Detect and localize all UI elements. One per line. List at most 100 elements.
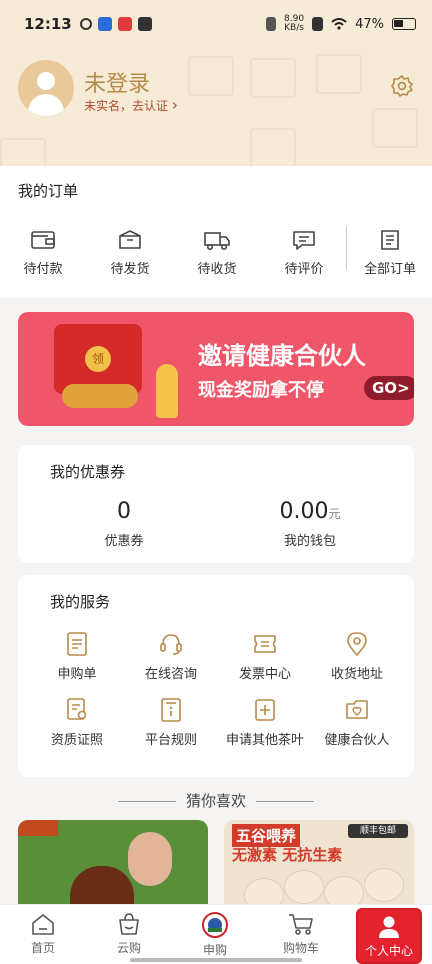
background-watermark xyxy=(316,54,362,94)
services-title: 我的服务 xyxy=(50,593,111,611)
partner-icon xyxy=(346,700,368,719)
product-badge: 顺丰包邮 xyxy=(348,824,408,838)
background-watermark xyxy=(250,58,296,98)
service-purchase-order[interactable]: 申购单 xyxy=(28,631,126,682)
cloud-bag-icon xyxy=(119,913,139,935)
order-pending-shipment[interactable]: 待发货 xyxy=(95,228,165,277)
document-icon xyxy=(67,632,87,656)
order-all[interactable]: 全部订单 xyxy=(355,228,425,277)
person-icon xyxy=(379,916,399,938)
invoice-icon xyxy=(254,635,276,653)
coupons-title: 我的优惠券 xyxy=(50,463,126,481)
app-notification-icon xyxy=(97,17,112,31)
wallet-amount: 0.00 xyxy=(279,499,329,524)
product-image xyxy=(284,870,324,904)
order-label: 待付款 xyxy=(23,262,63,277)
truck-icon xyxy=(204,232,230,250)
orders-title: 我的订单 xyxy=(18,182,79,200)
sync-icon xyxy=(79,18,92,30)
verify-link[interactable]: 未实名，去认证 › xyxy=(84,96,178,114)
order-pending-review[interactable]: 待评价 xyxy=(269,228,339,277)
go-button[interactable]: GO> xyxy=(364,376,414,400)
service-qualifications[interactable]: 资质证照 xyxy=(28,697,126,748)
product-subtitle: 无激素 无抗生素 xyxy=(232,846,343,864)
service-invoice-center[interactable]: 发票中心 xyxy=(216,631,314,682)
avatar[interactable] xyxy=(18,60,74,116)
message-icon xyxy=(137,17,152,31)
service-shipping-address[interactable]: 收货地址 xyxy=(308,631,406,682)
profile-header: 未登录 未实名，去认证 › xyxy=(0,48,432,166)
service-label: 平台规则 xyxy=(144,733,197,748)
wallet-stat[interactable]: 0.00元 我的钱包 xyxy=(250,499,370,549)
banner-title: 邀请健康合伙人 xyxy=(198,342,366,370)
background-watermark xyxy=(250,128,296,166)
tab-label: 个人中心 xyxy=(364,944,413,958)
add-icon xyxy=(255,699,275,721)
coupon-stat[interactable]: 0 优惠券 xyxy=(64,499,184,549)
order-label: 待评价 xyxy=(284,262,324,277)
comment-icon xyxy=(293,231,315,250)
tab-home[interactable]: 首页 xyxy=(8,911,78,956)
coupon-label: 优惠券 xyxy=(104,534,144,549)
status-right: 8.90 KB/s 47% xyxy=(266,15,416,33)
service-apply-other-tea[interactable]: 申请其他茶叶 xyxy=(216,697,314,748)
orders-divider xyxy=(346,226,347,270)
product-card[interactable] xyxy=(18,820,208,904)
service-platform-rules[interactable]: 平台规则 xyxy=(122,697,220,748)
background-watermark xyxy=(188,56,234,96)
coin-char: 领 xyxy=(91,352,104,366)
product-image xyxy=(364,868,404,902)
net-speed-unit: KB/s xyxy=(284,23,304,33)
coupons-card: 我的优惠券 0 优惠券 0.00元 我的钱包 xyxy=(18,445,414,563)
coupon-count: 0 xyxy=(117,499,131,524)
service-label: 申请其他茶叶 xyxy=(225,733,304,748)
divider-line xyxy=(256,801,314,802)
order-label: 待发货 xyxy=(110,262,150,277)
divider-line xyxy=(117,801,176,802)
tab-label: 购物车 xyxy=(282,941,319,955)
gesture-home-bar[interactable] xyxy=(130,958,302,962)
status-time: 12:13 xyxy=(24,15,72,33)
subscribe-logo-icon xyxy=(202,912,228,938)
banner-subtitle: 现金奖励拿不停 xyxy=(198,380,324,401)
order-pending-payment[interactable]: 待付款 xyxy=(8,228,78,277)
services-card: 我的服务 申购单 在线咨询 发票中心 收货地址 资质证照 平台规则 申请其他茶叶… xyxy=(18,575,414,777)
headset-icon xyxy=(160,634,182,655)
product-image xyxy=(70,866,134,904)
list-icon xyxy=(381,230,399,250)
tab-cloud-shop[interactable]: 云购 xyxy=(94,911,164,956)
tab-label: 首页 xyxy=(30,941,55,955)
background-watermark xyxy=(372,108,418,148)
vibrate-icon xyxy=(266,17,277,31)
wallet-unit: 元 xyxy=(328,507,341,521)
service-label: 发票中心 xyxy=(238,667,291,682)
rules-icon xyxy=(161,698,181,722)
verify-link-text: 未实名，去认证 xyxy=(84,99,169,113)
wallet-label: 我的钱包 xyxy=(283,534,336,549)
guess-you-like-heading: 猜你喜欢 xyxy=(0,790,432,811)
service-label: 资质证照 xyxy=(50,733,103,748)
guess-title: 猜你喜欢 xyxy=(185,792,246,810)
app-notification-icon xyxy=(117,17,132,31)
wallet-icon xyxy=(31,231,55,249)
product-tag xyxy=(18,820,58,836)
tab-personal-center[interactable]: 个人中心 xyxy=(356,908,422,964)
login-status[interactable]: 未登录 xyxy=(84,66,150,98)
partner-invite-banner[interactable]: 领 邀请健康合伙人 现金奖励拿不停 GO> xyxy=(18,312,414,426)
background-watermark xyxy=(0,138,46,166)
service-health-partner[interactable]: 健康合伙人 xyxy=(308,697,406,748)
gold-bar-icon xyxy=(62,384,138,408)
service-online-consult[interactable]: 在线咨询 xyxy=(122,631,220,682)
settings-gear-icon[interactable] xyxy=(390,74,414,98)
product-card[interactable]: 五谷喂养 无激素 无抗生素 顺丰包邮 xyxy=(224,820,414,904)
person-illustration-icon xyxy=(156,364,178,418)
tab-subscribe[interactable]: 申购 xyxy=(180,911,250,958)
product-image xyxy=(244,878,284,904)
tab-cart[interactable]: 购物车 xyxy=(266,911,336,956)
home-icon xyxy=(32,914,54,935)
wifi-icon xyxy=(331,18,347,30)
order-label: 全部订单 xyxy=(363,262,416,277)
service-label: 申购单 xyxy=(57,667,97,682)
order-pending-receipt[interactable]: 待收货 xyxy=(182,228,252,277)
certificate-icon xyxy=(67,698,87,720)
